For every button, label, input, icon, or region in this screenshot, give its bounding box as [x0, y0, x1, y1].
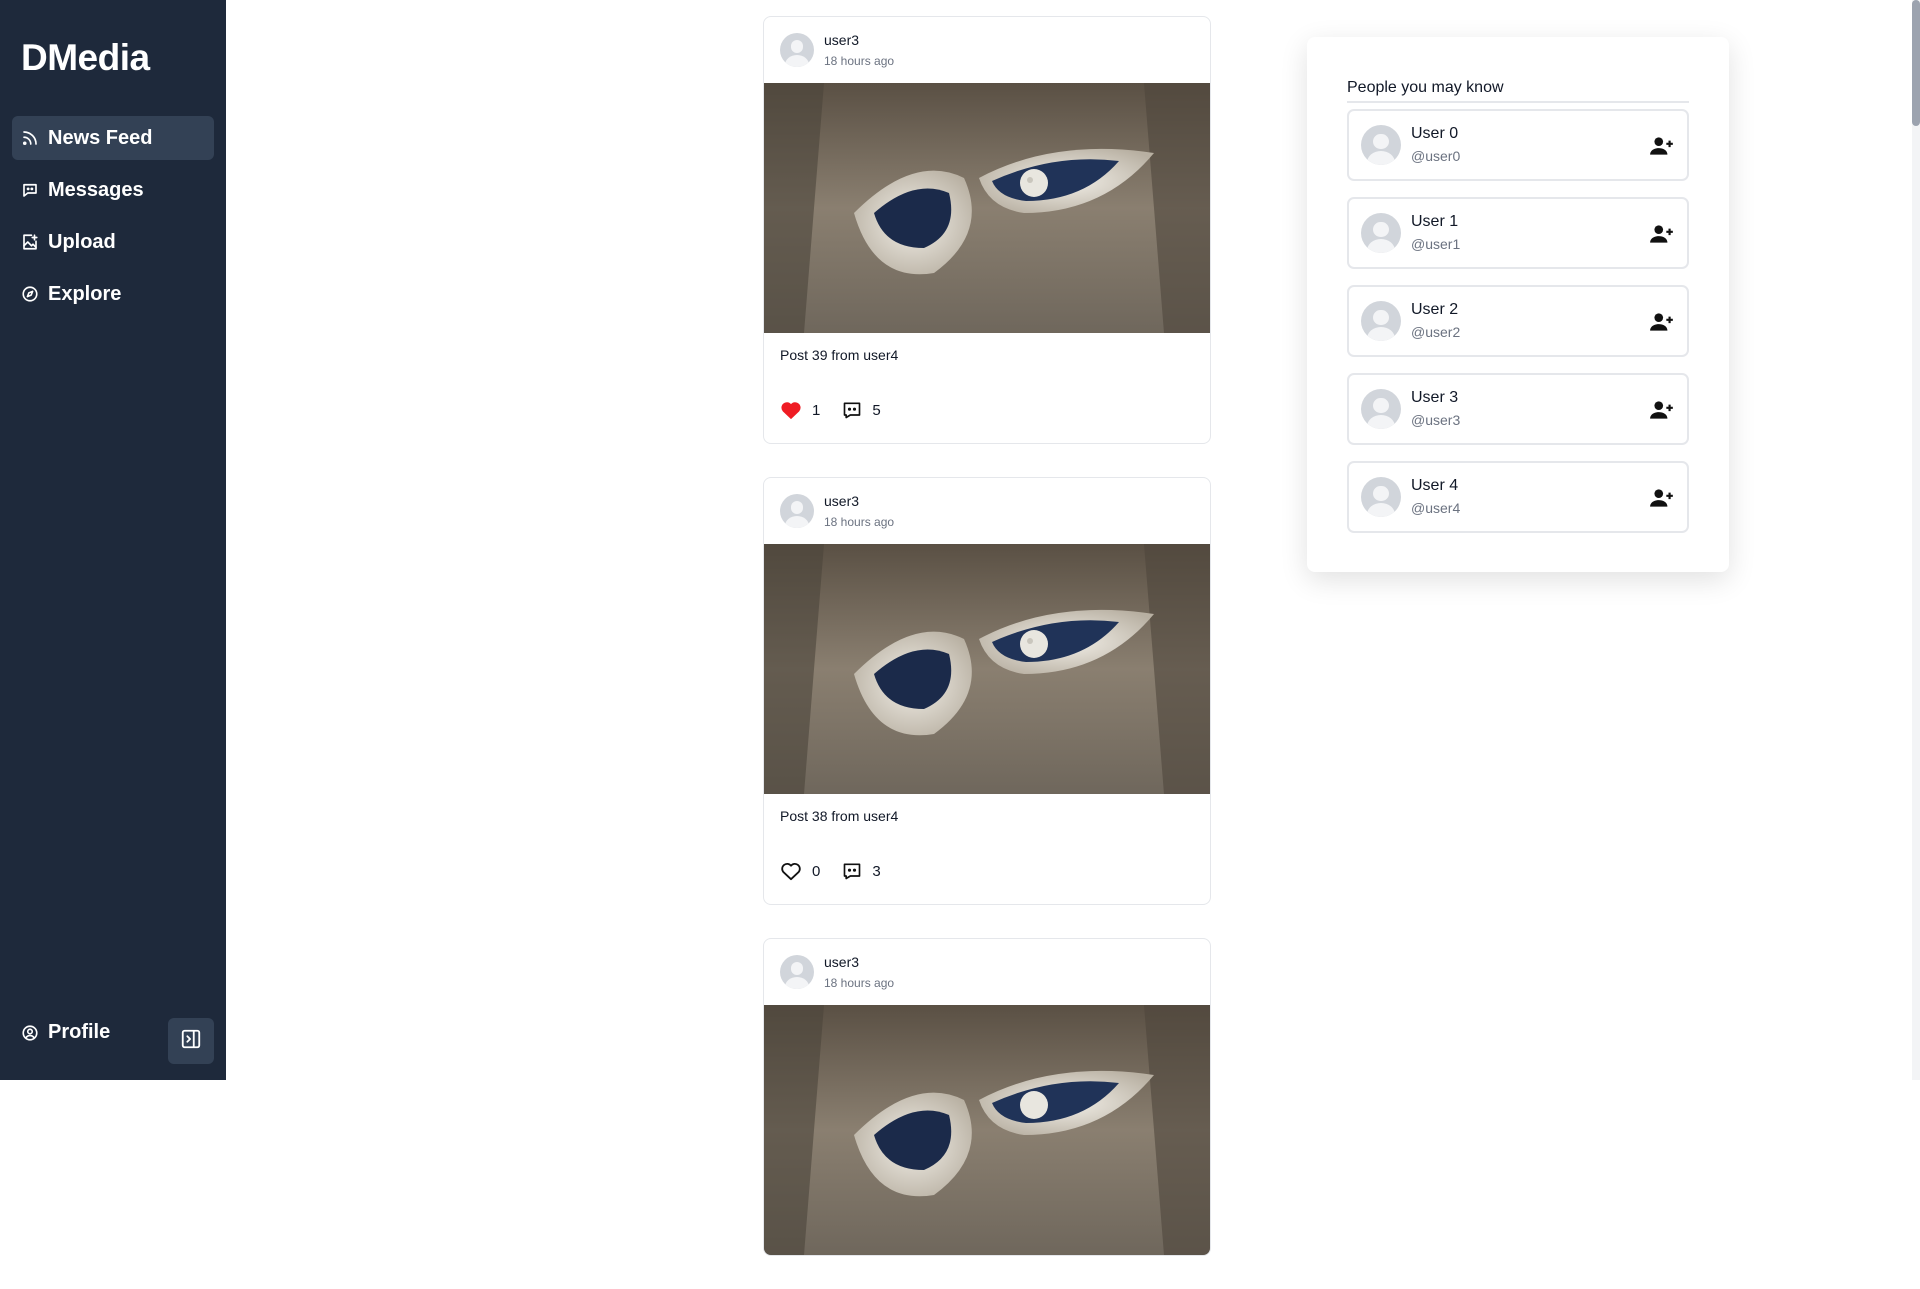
avatar[interactable]: [1361, 477, 1401, 517]
sidebar-item-upload[interactable]: Upload: [12, 220, 214, 264]
suggestion-name: User 2: [1411, 301, 1459, 318]
add-friend-button[interactable]: [1649, 485, 1675, 511]
sidebar-item-label: Upload: [48, 230, 116, 253]
post-header: user3 18 hours ago: [764, 939, 1210, 1005]
image-upload-icon: [21, 233, 39, 251]
comment-count: 5: [872, 401, 881, 419]
sidebar-item-messages[interactable]: Messages: [12, 168, 214, 212]
sidebar-item-profile[interactable]: Profile: [21, 1021, 110, 1044]
heart-filled-icon: [781, 402, 801, 420]
post-author[interactable]: user3: [824, 953, 894, 971]
suggestion-item[interactable]: User 2 @user2: [1347, 285, 1689, 357]
comment-button[interactable]: 3: [842, 861, 881, 881]
suggestion-handle: @user4: [1411, 500, 1461, 516]
page-scrollbar[interactable]: [1912, 0, 1920, 1080]
person-add-icon: [1650, 401, 1673, 419]
avatar[interactable]: [1361, 301, 1401, 341]
post-author[interactable]: user3: [824, 31, 894, 49]
post-timestamp: 18 hours ago: [824, 53, 895, 68]
person-add-icon: [1650, 489, 1673, 507]
suggestion-name: User 3: [1411, 389, 1459, 406]
suggestion-name: User 0: [1411, 125, 1459, 142]
avatar[interactable]: [1361, 389, 1401, 429]
sidebar-item-news-feed[interactable]: News Feed: [12, 116, 214, 160]
avatar[interactable]: [780, 33, 814, 67]
add-friend-button[interactable]: [1649, 309, 1675, 335]
panel-title: People you may know: [1347, 79, 1689, 103]
post-header: user3 18 hours ago: [764, 478, 1210, 544]
people-you-may-know-panel: People you may know User 0 @user0 User 1…: [1307, 37, 1729, 572]
rss-icon: [21, 129, 39, 147]
post-image[interactable]: [764, 1005, 1210, 1255]
post-author[interactable]: user3: [824, 492, 894, 510]
profile-label: Profile: [48, 1021, 111, 1043]
sidebar-item-label: Explore: [48, 282, 122, 305]
suggestion-handle: @user1: [1411, 236, 1461, 252]
post-actions: 0 3: [764, 834, 1210, 904]
add-friend-button[interactable]: [1649, 397, 1675, 423]
comment-icon: [844, 863, 861, 880]
scrollbar-thumb[interactable]: [1912, 0, 1920, 126]
like-count: 0: [812, 862, 821, 880]
like-button[interactable]: 0: [780, 861, 820, 881]
person-add-icon: [1650, 137, 1673, 155]
collapse-sidebar-button[interactable]: [168, 1018, 214, 1064]
post-card: user3 18 hours ago Post 38 from user4 0 …: [763, 477, 1211, 905]
sidebar-item-label: Messages: [48, 178, 144, 201]
suggestion-item[interactable]: User 1 @user1: [1347, 197, 1689, 269]
news-feed: user3 18 hours ago Post 39 from user4 1: [763, 16, 1211, 1289]
like-count: 1: [812, 401, 821, 419]
avatar[interactable]: [780, 494, 814, 528]
comment-icon: [844, 402, 861, 419]
panel-toggle-icon: [180, 1028, 202, 1055]
sidebar: DMedia News Feed Messages Upload Explore: [0, 0, 226, 1080]
like-button[interactable]: 1: [780, 400, 820, 420]
suggestion-name: User 1: [1411, 213, 1459, 230]
message-icon: [21, 181, 39, 199]
post-actions: 1 5: [764, 373, 1210, 443]
post-image[interactable]: [764, 544, 1210, 794]
post-card: user3 18 hours ago: [763, 938, 1211, 1256]
compass-icon: [21, 285, 39, 303]
person-add-icon: [1650, 313, 1673, 331]
post-caption: Post 39 from user4: [780, 347, 899, 363]
user-circle-icon: [21, 1024, 39, 1042]
brand-logo[interactable]: DMedia: [21, 37, 150, 79]
add-friend-button[interactable]: [1649, 133, 1675, 159]
suggestion-handle: @user0: [1411, 148, 1461, 164]
suggestion-name: User 4: [1411, 477, 1459, 494]
suggestion-list: User 0 @user0 User 1 @user1 User 2 @user…: [1347, 109, 1689, 549]
post-timestamp: 18 hours ago: [824, 514, 895, 529]
suggestion-item[interactable]: User 4 @user4: [1347, 461, 1689, 533]
sidebar-item-explore[interactable]: Explore: [12, 272, 214, 316]
add-friend-button[interactable]: [1649, 221, 1675, 247]
suggestion-handle: @user2: [1411, 324, 1461, 340]
avatar[interactable]: [1361, 213, 1401, 253]
sidebar-nav: News Feed Messages Upload Explore: [12, 116, 214, 324]
heart-outline-icon: [781, 863, 801, 881]
post-card: user3 18 hours ago Post 39 from user4 1: [763, 16, 1211, 444]
suggestion-item[interactable]: User 0 @user0: [1347, 109, 1689, 181]
post-header: user3 18 hours ago: [764, 17, 1210, 83]
comment-button[interactable]: 5: [842, 400, 881, 420]
person-add-icon: [1650, 225, 1673, 243]
comment-count: 3: [872, 862, 881, 880]
post-timestamp: 18 hours ago: [824, 975, 895, 990]
suggestion-item[interactable]: User 3 @user3: [1347, 373, 1689, 445]
sidebar-item-label: News Feed: [48, 126, 153, 149]
avatar[interactable]: [780, 955, 814, 989]
avatar[interactable]: [1361, 125, 1401, 165]
suggestion-handle: @user3: [1411, 412, 1461, 428]
post-caption: Post 38 from user4: [780, 808, 899, 824]
post-image[interactable]: [764, 83, 1210, 333]
